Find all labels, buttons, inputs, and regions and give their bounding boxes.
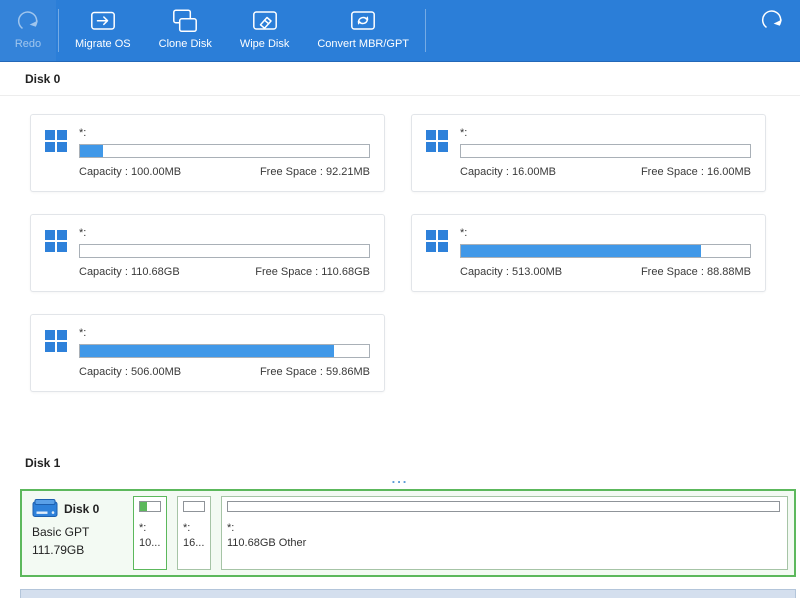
free-space-label: Free Space : 110.68GB [255,266,370,278]
disk-info: Disk 0 Basic GPT 111.79GB [28,496,125,570]
partition-block-usage-fill [140,502,147,511]
toolbar-button-label: Wipe Disk [240,38,290,50]
toolbar-main: Migrate OS Clone Disk Wipe Disk Convert … [61,0,423,61]
windows-logo-icon [426,230,448,252]
usage-bar-fill [80,145,103,157]
toolbar-button-label: Migrate OS [75,38,131,50]
windows-logo-icon [45,130,67,152]
partition-block-usage-bar [227,501,780,512]
main-content: Disk 0 *: Capacity : 100.00MB Free Space… [0,62,800,598]
partition-block-size: 110.68GB Other [227,536,782,551]
migrate-os-icon [89,7,117,35]
usage-bar [460,244,751,258]
partition-block-size: 10... [139,536,161,551]
partition-card[interactable]: *: Capacity : 513.00MB Free Space : 88.8… [411,214,766,292]
toolbar-button-label: Redo [15,38,41,50]
disk0-section-header: Disk 0 [0,62,800,96]
toolbar-button[interactable]: Redo [0,0,56,61]
disk-capacity: 111.79GB [32,541,125,559]
partition-label: *: [460,227,751,239]
disk-type: Basic GPT [32,523,125,541]
redo-icon [14,7,42,35]
toolbar-button[interactable]: Clone Disk [145,0,226,61]
partition-card[interactable]: *: Capacity : 506.00MB Free Space : 59.8… [30,314,385,392]
free-space-label: Free Space : 92.21MB [260,166,370,178]
capacity-label: Capacity : 513.00MB [460,266,562,278]
partition-block-usage-bar [183,501,205,512]
usage-bar [79,144,370,158]
partition-card[interactable]: *: Capacity : 110.68GB Free Space : 110.… [30,214,385,292]
next-disk-row-peek[interactable] [20,589,796,598]
partition-block-size: 16... [183,536,205,551]
toolbar-left: Redo [0,0,56,61]
partition-block-usage-bar [139,501,161,512]
partition-card[interactable]: *: Capacity : 16.00MB Free Space : 16.00… [411,114,766,192]
usage-bar [460,144,751,158]
partition-label: *: [79,327,370,339]
disk0-title: Disk 0 [25,72,60,86]
usage-bar-fill [80,345,334,357]
partition-block-label: *: [183,521,205,536]
disk-icon [32,498,58,519]
partition-block-label: *: [227,521,782,536]
disk-label: Disk 0 [64,502,99,516]
disk0-card-grid: *: Capacity : 100.00MB Free Space : 92.2… [0,96,800,410]
partition-block[interactable]: *: 10... [133,496,167,570]
convert-mbr-gpt-icon [349,7,377,35]
partition-label: *: [460,127,751,139]
toolbar-separator [425,9,426,52]
disk-map-blocks: *: 10... *: 16... *: 110.68GB Other [133,496,788,570]
partition-card[interactable]: *: Capacity : 100.00MB Free Space : 92.2… [30,114,385,192]
free-space-label: Free Space : 59.86MB [260,366,370,378]
capacity-label: Capacity : 506.00MB [79,366,181,378]
partition-label: *: [79,227,370,239]
partition-block[interactable]: *: 16... [177,496,211,570]
capacity-label: Capacity : 16.00MB [460,166,556,178]
disk-map-row[interactable]: Disk 0 Basic GPT 111.79GB *: 10... *: 16… [20,489,796,577]
windows-logo-icon [45,330,67,352]
usage-bar [79,344,370,358]
wipe-disk-icon [251,7,279,35]
usage-bar-fill [461,245,701,257]
partition-block-label: *: [139,521,161,536]
free-space-label: Free Space : 88.88MB [641,266,751,278]
toolbar: Redo Migrate OS Clone Disk Wipe Disk Con… [0,0,800,62]
free-space-label: Free Space : 16.00MB [641,166,751,178]
disk1-title: Disk 1 [25,456,60,470]
clone-disk-icon [171,7,199,35]
capacity-label: Capacity : 100.00MB [79,166,181,178]
disk1-section-header: Disk 1 [0,446,800,474]
toolbar-button-label: Clone Disk [159,38,212,50]
refresh-icon [758,6,786,34]
toolbar-button[interactable] [744,0,800,61]
windows-logo-icon [426,130,448,152]
partition-label: *: [79,127,370,139]
toolbar-separator [58,9,59,52]
toolbar-right [744,0,800,61]
toolbar-button[interactable]: Migrate OS [61,0,145,61]
overflow-indicator[interactable]: ... [0,474,800,486]
toolbar-button[interactable]: Wipe Disk [226,0,304,61]
toolbar-button[interactable]: Convert MBR/GPT [303,0,423,61]
partition-block[interactable]: *: 110.68GB Other [221,496,788,570]
windows-logo-icon [45,230,67,252]
toolbar-button-label: Convert MBR/GPT [317,38,409,50]
usage-bar [79,244,370,258]
capacity-label: Capacity : 110.68GB [79,266,180,278]
toolbar-spacer [428,0,744,61]
